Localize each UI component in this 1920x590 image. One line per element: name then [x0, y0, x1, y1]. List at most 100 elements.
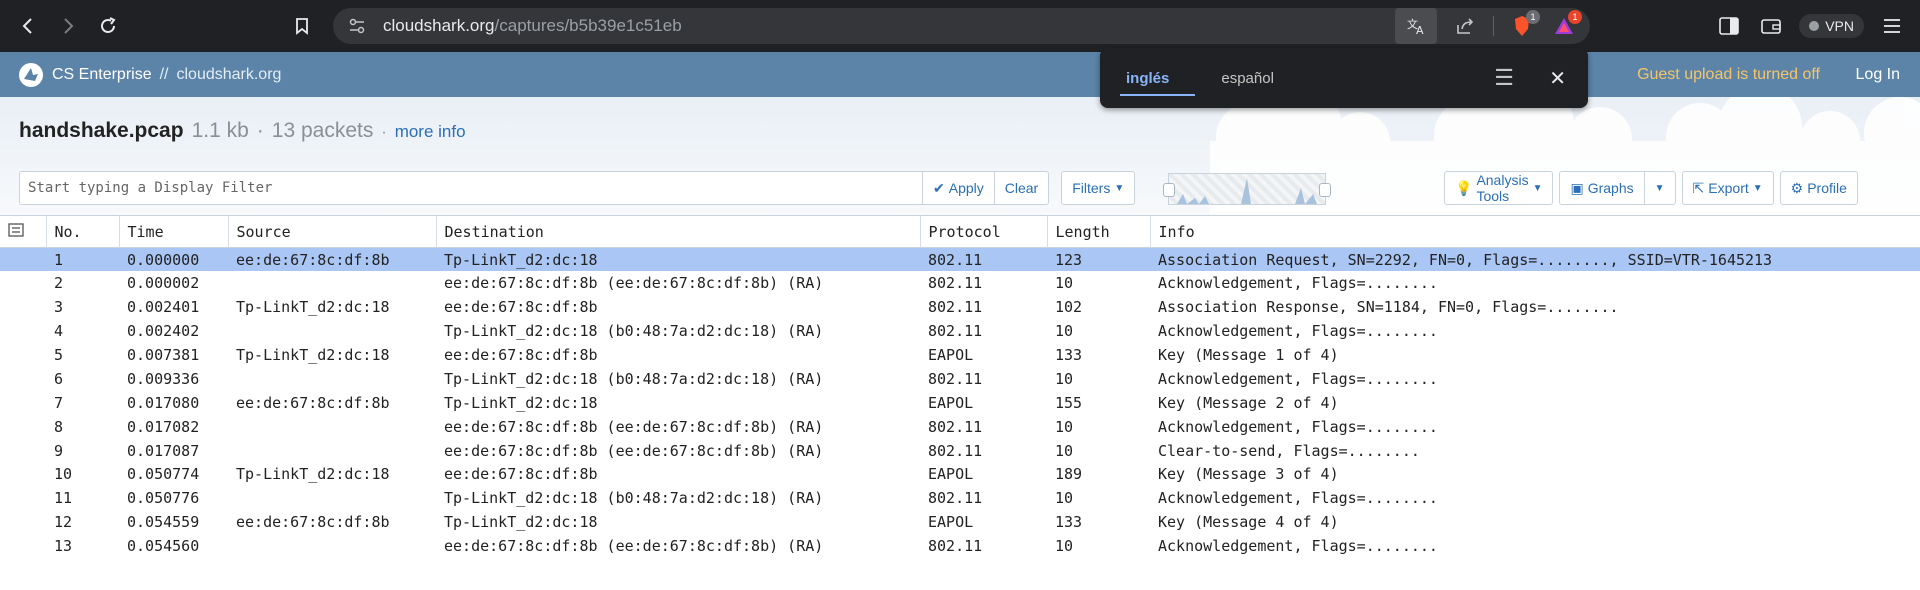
table-row[interactable]: 1 0.000000 ee:de:67:8c:df:8b Tp-LinkT_d2:dc… [0, 247, 1920, 272]
graphs-dropdown-button[interactable]: ▼ [1644, 171, 1676, 205]
table-row[interactable]: 2 0.000002 ee:de:67:8c:df:8b (ee:de:67:8c:… [0, 271, 1920, 295]
cell-time: 0.017080 [127, 393, 200, 412]
table-row[interactable]: 9 0.017087 ee:de:67:8c:df:8b (ee:de:67:8c:… [0, 439, 1920, 463]
analysis-tools-label: Analysis Tools [1476, 172, 1529, 204]
reload-icon[interactable] [88, 6, 128, 46]
row-marker [0, 463, 46, 487]
row-marker [0, 439, 46, 463]
tab-espanol[interactable]: español [1195, 48, 1300, 108]
column-protocol[interactable]: Protocol [920, 215, 1048, 248]
cell-protocol: 802.11 [928, 489, 983, 508]
cell-length: 10 [1055, 322, 1074, 341]
caret-down-icon: ▼ [1114, 182, 1125, 194]
cell-destination: Tp-LinkT_d2:dc:18 [444, 250, 598, 269]
cell-no: 9 [54, 441, 64, 460]
brave-rewards-icon[interactable]: 1 [1550, 10, 1582, 40]
gear-icon: ⚙ [1790, 179, 1804, 196]
cell-protocol: 802.11 [928, 322, 983, 341]
cell-length: 155 [1055, 393, 1083, 412]
close-icon[interactable]: ✕ [1549, 66, 1566, 91]
forward-icon[interactable] [48, 6, 88, 46]
vpn-button[interactable]: VPN [1799, 14, 1864, 38]
cell-destination: ee:de:67:8c:df:8b [444, 465, 598, 484]
login-link[interactable]: Log In [1856, 66, 1900, 84]
cell-destination: Tp-LinkT_d2:dc:18 [444, 513, 598, 532]
menu-icon[interactable] [1878, 12, 1906, 40]
export-icon: ⇱ [1692, 179, 1705, 196]
profile-label: Profile [1807, 180, 1847, 196]
cell-info: Acknowledgement, Flags=........ [1158, 489, 1438, 508]
table-row[interactable]: 10 0.050774 Tp-LinkT_d2:dc:18 ee:de:67:8c:d… [0, 463, 1920, 487]
export-button[interactable]: ⇱ Export ▼ [1681, 171, 1774, 205]
analysis-tools-button[interactable]: 💡 Analysis Tools ▼ [1444, 171, 1554, 205]
back-icon[interactable] [8, 6, 48, 46]
row-marker [0, 486, 46, 510]
table-row[interactable]: 5 0.007381 Tp-LinkT_d2:dc:18 ee:de:67:8c:df… [0, 343, 1920, 367]
cell-no: 6 [54, 369, 64, 388]
column-options-icon[interactable] [0, 215, 47, 248]
cell-info: Acknowledgement, Flags=........ [1158, 322, 1438, 341]
translate-icon[interactable]: 文A [1395, 8, 1437, 44]
timeline-handle-left[interactable] [1163, 183, 1175, 197]
check-icon: ✔ [933, 179, 945, 196]
cell-length: 10 [1055, 537, 1074, 556]
table-row[interactable]: 8 0.017082 ee:de:67:8c:df:8b (ee:de:67:8c:… [0, 415, 1920, 439]
cell-info: Acknowledgement, Flags=........ [1158, 369, 1438, 388]
cell-protocol: 802.11 [928, 369, 983, 388]
cell-source [228, 367, 436, 391]
table-row[interactable]: 3 0.002401 Tp-LinkT_d2:dc:18 ee:de:67:8c:df… [0, 295, 1920, 319]
translate-menu-icon[interactable]: ☰ [1494, 65, 1514, 91]
alert-badge: 1 [1568, 10, 1582, 24]
cell-no: 2 [54, 274, 64, 293]
cell-destination: ee:de:67:8c:df:8b (ee:de:67:8c:df:8b) (R… [444, 441, 824, 460]
cell-length: 102 [1055, 298, 1083, 317]
sparkline-chart [1177, 178, 1327, 204]
brave-badge: 1 [1526, 10, 1540, 24]
wallet-icon[interactable] [1757, 12, 1785, 40]
brand-name: CS Enterprise [52, 65, 152, 83]
export-label: Export [1708, 180, 1749, 196]
site-settings-icon[interactable] [343, 12, 371, 40]
brave-shields-icon[interactable]: 1 [1508, 10, 1540, 40]
share-icon[interactable] [1451, 12, 1479, 40]
table-row[interactable]: 13 0.054560 ee:de:67:8c:df:8b (ee:de:67:8c… [0, 534, 1920, 558]
table-row[interactable]: 12 0.054559 ee:de:67:8c:df:8b Tp-LinkT_d2:d… [0, 510, 1920, 534]
cell-time: 0.007381 [127, 346, 200, 364]
column-length[interactable]: Length [1047, 215, 1151, 248]
row-marker [0, 248, 46, 272]
more-info-link[interactable]: more info [395, 122, 466, 142]
table-row[interactable]: 11 0.050776 Tp-LinkT_d2:dc:18 (b0:48:7a:d2… [0, 486, 1920, 510]
bookmark-icon[interactable] [282, 6, 322, 46]
profile-button[interactable]: ⚙ Profile [1779, 171, 1858, 205]
address-bar[interactable]: cloudshark.org/captures/b5b39e1c51eb 文A … [333, 8, 1590, 44]
tab-ingles[interactable]: inglés [1100, 48, 1196, 108]
cell-destination: Tp-LinkT_d2:dc:18 [444, 393, 598, 412]
table-row[interactable]: 6 0.009336 Tp-LinkT_d2:dc:18 (b0:48:7a:d2:… [0, 367, 1920, 391]
column-info[interactable]: Info [1150, 216, 1920, 248]
cell-length: 133 [1055, 346, 1083, 364]
url-text[interactable]: cloudshark.org/captures/b5b39e1c51eb [383, 16, 682, 36]
column-destination[interactable]: Destination [436, 215, 921, 248]
cell-info: Key (Message 3 of 4) [1158, 465, 1339, 484]
meta-separator-2: · [381, 124, 387, 141]
cell-info: Key (Message 2 of 4) [1158, 393, 1339, 412]
cell-no: 1 [54, 250, 64, 269]
timeline-handle-right[interactable] [1319, 183, 1331, 197]
packet-timeline[interactable] [1163, 173, 1331, 205]
table-row[interactable]: 7 0.017080 ee:de:67:8c:df:8b Tp-LinkT_d2:dc… [0, 391, 1920, 415]
graphs-button[interactable]: ▣ Graphs [1559, 171, 1645, 205]
cell-protocol: 802.11 [928, 537, 983, 556]
column-source[interactable]: Source [228, 215, 437, 248]
table-row[interactable]: 4 0.002402 Tp-LinkT_d2:dc:18 (b0:48:7a:d2:… [0, 319, 1920, 343]
cell-length: 10 [1055, 274, 1074, 293]
sidebar-icon[interactable] [1715, 12, 1743, 40]
brand-logo[interactable]: CS Enterprise // cloudshark.org [18, 62, 281, 88]
filters-button[interactable]: Filters ▼ [1061, 171, 1136, 205]
display-filter-input[interactable]: Start typing a Display Filter [19, 171, 923, 205]
column-no[interactable]: No. [46, 215, 120, 248]
cell-no: 8 [54, 417, 64, 436]
column-time[interactable]: Time [119, 215, 229, 248]
apply-button[interactable]: ✔ Apply [923, 171, 995, 205]
cell-no: 4 [54, 322, 64, 341]
clear-button[interactable]: Clear [994, 171, 1050, 205]
